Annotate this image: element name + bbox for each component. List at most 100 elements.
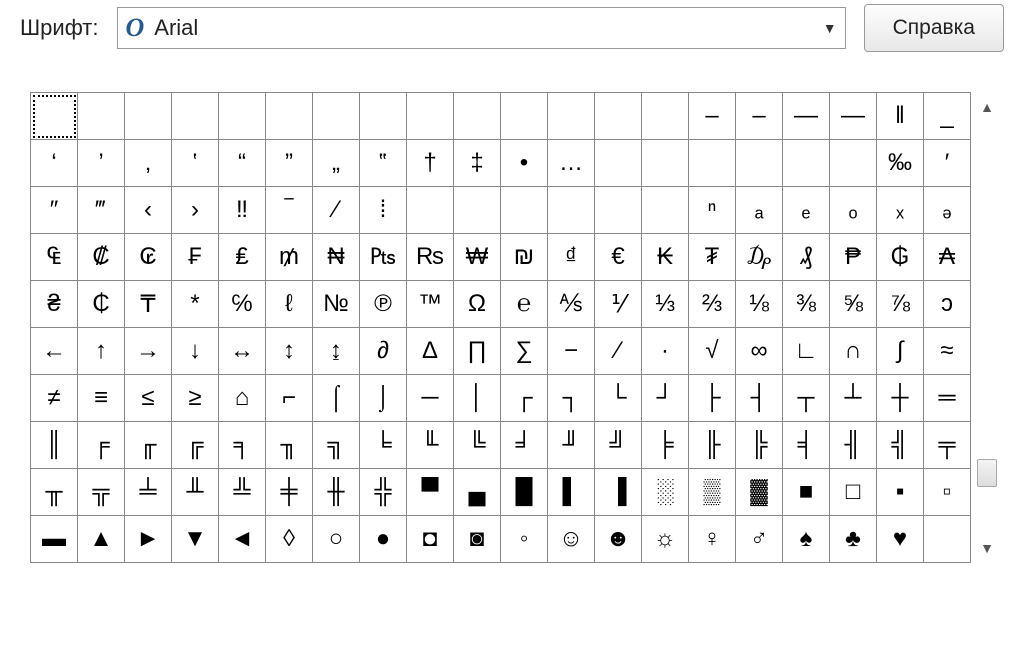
char-cell[interactable]: ∫ (877, 328, 924, 375)
char-cell[interactable] (830, 140, 877, 187)
char-cell[interactable]: ₵ (78, 281, 125, 328)
char-cell[interactable]: ₨ (407, 234, 454, 281)
char-cell[interactable]: ┬ (783, 375, 830, 422)
char-cell[interactable]: → (125, 328, 172, 375)
char-cell[interactable] (642, 93, 689, 140)
char-cell[interactable] (501, 93, 548, 140)
char-cell[interactable]: ℓ (266, 281, 313, 328)
char-cell[interactable]: ╜ (548, 422, 595, 469)
char-cell[interactable]: ╢ (830, 422, 877, 469)
char-cell[interactable]: ↔ (219, 328, 266, 375)
char-cell[interactable]: ⌂ (219, 375, 266, 422)
char-cell[interactable]: ≤ (125, 375, 172, 422)
char-cell[interactable]: ░ (642, 469, 689, 516)
char-cell[interactable]: ▪ (877, 469, 924, 516)
char-cell[interactable] (548, 93, 595, 140)
char-cell[interactable]: ₑ (783, 187, 830, 234)
char-cell[interactable]: ₐ (736, 187, 783, 234)
char-cell[interactable]: ∙ (642, 328, 689, 375)
char-cell[interactable] (501, 187, 548, 234)
char-cell[interactable] (407, 187, 454, 234)
char-cell[interactable]: ║ (31, 422, 78, 469)
char-cell[interactable] (595, 93, 642, 140)
char-cell[interactable]: ╫ (313, 469, 360, 516)
char-cell[interactable]: │ (454, 375, 501, 422)
char-cell[interactable]: ⅟ (595, 281, 642, 328)
char-cell[interactable]: ″ (31, 187, 78, 234)
char-cell[interactable] (924, 516, 971, 563)
char-cell[interactable]: ≠ (31, 375, 78, 422)
char-cell[interactable]: ┘ (642, 375, 689, 422)
char-cell[interactable]: № (313, 281, 360, 328)
char-cell[interactable]: ⅝ (830, 281, 877, 328)
char-cell[interactable] (219, 93, 266, 140)
char-cell[interactable]: ₦ (313, 234, 360, 281)
char-cell[interactable]: – (736, 93, 783, 140)
char-cell[interactable]: ∞ (736, 328, 783, 375)
scrollbar[interactable]: ▲ ▼ (975, 92, 999, 563)
char-cell[interactable]: ‼ (219, 187, 266, 234)
char-cell[interactable]: ╨ (172, 469, 219, 516)
char-cell[interactable]: ╡ (783, 422, 830, 469)
char-cell[interactable]: ↨ (313, 328, 360, 375)
scroll-up-icon[interactable]: ▲ (976, 96, 998, 118)
char-cell[interactable]: √ (689, 328, 736, 375)
char-cell[interactable]: ◙ (454, 516, 501, 563)
char-cell[interactable]: ― (830, 93, 877, 140)
char-cell[interactable]: ⅍ (548, 281, 595, 328)
char-cell[interactable]: ╤ (924, 422, 971, 469)
char-cell[interactable]: ₡ (78, 234, 125, 281)
char-cell[interactable] (689, 140, 736, 187)
char-cell[interactable]: ⅞ (877, 281, 924, 328)
char-cell[interactable]: ₣ (172, 234, 219, 281)
char-cell[interactable]: ‾ (266, 187, 313, 234)
char-cell[interactable]: ⌐ (266, 375, 313, 422)
char-cell[interactable]: ♠ (783, 516, 830, 563)
char-cell[interactable]: ⌡ (360, 375, 407, 422)
char-cell[interactable]: ☻ (595, 516, 642, 563)
char-cell[interactable]: — (783, 93, 830, 140)
char-cell[interactable]: ╠ (736, 422, 783, 469)
char-cell[interactable]: ╪ (266, 469, 313, 516)
char-cell[interactable]: ▬ (31, 516, 78, 563)
char-cell[interactable]: ▌ (548, 469, 595, 516)
char-cell[interactable]: ▄ (454, 469, 501, 516)
char-cell[interactable]: ╣ (877, 422, 924, 469)
char-cell[interactable]: ₲ (877, 234, 924, 281)
char-cell[interactable]: ‡ (454, 140, 501, 187)
char-cell[interactable]: └ (595, 375, 642, 422)
char-cell[interactable] (783, 140, 830, 187)
char-cell[interactable]: ╖ (266, 422, 313, 469)
char-cell[interactable]: ⌠ (313, 375, 360, 422)
char-cell[interactable]: ┴ (830, 375, 877, 422)
char-cell[interactable] (266, 93, 313, 140)
char-cell[interactable]: ╒ (78, 422, 125, 469)
char-cell[interactable]: Ω (454, 281, 501, 328)
char-cell[interactable] (78, 93, 125, 140)
char-cell[interactable]: ◦ (501, 516, 548, 563)
char-cell[interactable]: ╦ (78, 469, 125, 516)
char-cell[interactable]: _ (924, 93, 971, 140)
char-cell[interactable]: ↄ (924, 281, 971, 328)
char-cell[interactable]: ┐ (548, 375, 595, 422)
char-cell[interactable]: € (595, 234, 642, 281)
char-cell[interactable] (407, 93, 454, 140)
char-cell[interactable]: ═ (924, 375, 971, 422)
char-cell[interactable]: ₴ (31, 281, 78, 328)
char-cell[interactable]: „ (313, 140, 360, 187)
char-cell[interactable]: ╙ (407, 422, 454, 469)
char-cell[interactable]: ₢ (125, 234, 172, 281)
char-cell[interactable]: ☺ (548, 516, 595, 563)
char-cell[interactable]: ╝ (595, 422, 642, 469)
font-select[interactable]: O Arial ▼ (117, 7, 846, 49)
char-cell[interactable]: ‚ (125, 140, 172, 187)
char-cell[interactable]: ╔ (172, 422, 219, 469)
char-cell[interactable]: ₧ (360, 234, 407, 281)
char-cell[interactable] (125, 93, 172, 140)
char-cell[interactable]: □ (830, 469, 877, 516)
char-cell[interactable]: ╩ (219, 469, 266, 516)
char-cell[interactable]: ╧ (125, 469, 172, 516)
char-cell[interactable] (454, 187, 501, 234)
scroll-down-icon[interactable]: ▼ (976, 537, 998, 559)
char-cell[interactable]: ╗ (313, 422, 360, 469)
